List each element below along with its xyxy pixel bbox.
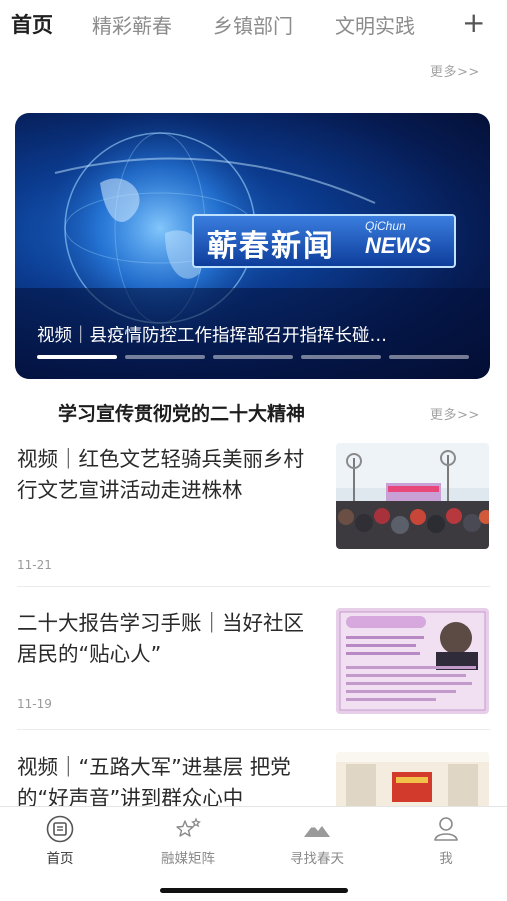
article-date: 11-21 [17,558,52,572]
tab-township-departments[interactable]: 乡镇部门 [213,10,293,39]
top-tab-bar: 首页 精彩蕲春 乡镇部门 文明实践 + [0,0,507,50]
carousel-dot[interactable] [125,355,205,359]
mountain-icon [304,825,330,837]
more-link-top[interactable]: 更多>> [430,61,480,80]
user-icon [434,817,458,841]
bottom-tab-media-matrix[interactable]: 融媒矩阵 [138,807,238,867]
carousel-dot[interactable] [301,355,381,359]
home-indicator [160,888,348,893]
home-icon [46,815,74,843]
article-title[interactable]: 视频｜红色文艺轻骑兵美丽乡村行文艺宣讲活动走进株林 [17,444,317,506]
bottom-tab-label: 寻找春天 [290,851,344,867]
section-title: 学习宣传贯彻党的二十大精神 [58,403,306,425]
article-thumbnail[interactable] [336,608,489,714]
divider [17,586,490,587]
carousel-dot[interactable] [37,355,117,359]
carousel-dot[interactable] [389,355,469,359]
tab-civilization-practice[interactable]: 文明实践 [335,10,415,39]
tab-home[interactable]: 首页 [11,9,53,39]
bottom-tab-label: 融媒矩阵 [161,851,215,867]
carousel-indicator [37,355,471,360]
banner-caption: 视频｜县疫情防控工作指挥部召开指挥长碰… [37,326,387,346]
article-thumbnail[interactable] [336,752,489,806]
article-title[interactable]: 视频｜“五路大军”进基层 把党的“好声音”讲到群众心中 [17,752,317,806]
bottom-tab-find-spring[interactable]: 寻找春天 [267,807,367,867]
bottom-tab-label: 首页 [46,851,74,867]
qichun-news-logo: 蕲春新闻 QiChun NEWS [207,219,431,264]
carousel-dot[interactable] [213,355,293,359]
bottom-tab-home[interactable]: 首页 [10,807,110,867]
article-title[interactable]: 二十大报告学习手账｜当好社区居民的“贴心人” [17,608,317,670]
stars-icon [176,817,201,837]
tab-jingcai-qichun[interactable]: 精彩蕲春 [92,10,172,39]
article-thumbnail[interactable] [336,443,489,549]
divider [17,729,490,730]
section-more-link[interactable]: 更多>> [430,404,480,423]
banner-carousel[interactable]: 蕲春新闻 QiChun NEWS 视频｜县疫情防控工作指挥部召开指挥长碰… [15,113,490,379]
add-tab-button[interactable]: + [462,6,485,39]
bottom-tab-me[interactable]: 我 [396,807,496,867]
bottom-tab-bar: 首页 融媒矩阵 寻找春天 我 [0,806,507,901]
article-date: 11-19 [17,697,52,711]
bottom-tab-label: 我 [439,851,453,867]
